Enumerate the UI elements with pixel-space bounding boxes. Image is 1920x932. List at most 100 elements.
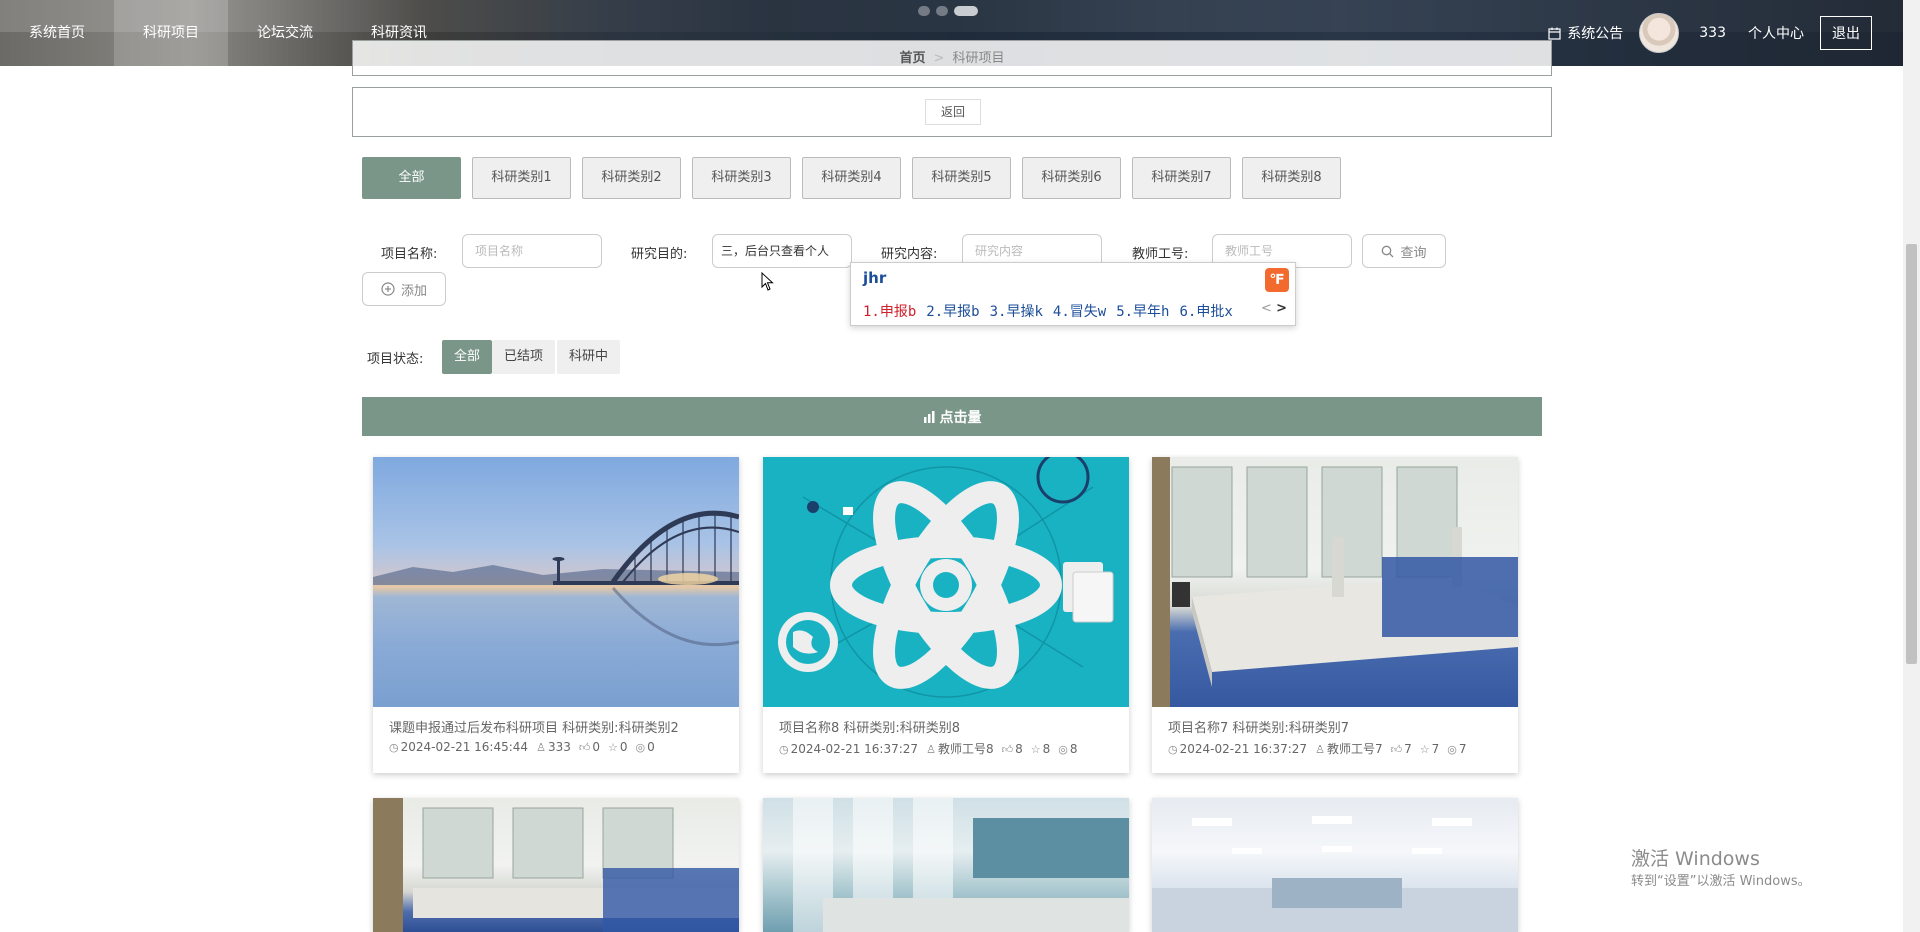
clock-icon: ◷ <box>389 741 399 754</box>
category-8[interactable]: 科研类别8 <box>1242 157 1341 199</box>
card-meta: ◷ 2024-02-21 16:45:44 ♙ 333 👍︎ 0 ☆ 0 ◎ 0 <box>389 740 723 754</box>
card-title[interactable]: 项目名称8 科研类别:科研类别8 <box>779 717 1113 736</box>
nav-home[interactable]: 系统首页 <box>0 0 114 66</box>
card-favs: 0 <box>619 740 628 754</box>
activation-watermark-title: 激活 Windows <box>1631 848 1760 870</box>
ime-page-nav: < > <box>1261 301 1287 316</box>
breadcrumb-home[interactable]: 首页 <box>900 51 926 66</box>
status-tab-all[interactable]: 全部 <box>442 340 493 374</box>
user-icon: ♙ <box>1315 743 1325 756</box>
category-tabs: 全部 科研类别1 科研类别2 科研类别3 科研类别4 科研类别5 科研类别6 科… <box>362 157 1341 199</box>
back-button[interactable]: 返回 <box>925 99 981 125</box>
card-views: 7 <box>1458 741 1467 756</box>
eye-icon: ◎ <box>1058 742 1068 756</box>
project-image-laboratory[interactable] <box>1152 457 1518 707</box>
nav-projects[interactable]: 科研项目 <box>114 0 228 66</box>
activation-watermark-subtitle: 转到“设置”以激活 Windows。 <box>1631 874 1811 889</box>
add-button[interactable]: 添加 <box>362 272 446 306</box>
star-icon: ☆ <box>1419 742 1430 756</box>
project-card[interactable] <box>1152 798 1518 932</box>
carousel-dot-active[interactable] <box>954 6 978 16</box>
purpose-input[interactable]: 三，后台只查看个人 <box>712 234 852 268</box>
query-button[interactable]: 查询 <box>1362 234 1446 268</box>
thumbs-up-icon: 👍︎ <box>578 741 591 754</box>
carousel-dot[interactable] <box>936 6 948 16</box>
project-card[interactable] <box>373 798 739 932</box>
card-likes: 7 <box>1404 741 1412 756</box>
project-name-label: 项目名称: <box>381 247 438 262</box>
card-views: 8 <box>1069 741 1078 756</box>
card-title[interactable]: 项目名称7 科研类别:科研类别7 <box>1168 717 1502 736</box>
ime-candidate[interactable]: 2.早报b <box>926 301 979 321</box>
purpose-label: 研究目的: <box>631 247 688 262</box>
ime-candidate-window: jhr ℉ 1.申报b 2.早报b 3.早操k 4.冒失w 5.早年h 6.申批… <box>850 262 1296 326</box>
card-favs: 8 <box>1042 741 1051 756</box>
project-card[interactable] <box>763 798 1129 932</box>
back-panel: 返回 <box>352 87 1552 137</box>
personal-center-link[interactable]: 个人中心 <box>1748 23 1804 43</box>
ime-candidate[interactable]: 6.申批x <box>1179 301 1232 321</box>
sort-label: 点击量 <box>939 409 982 426</box>
project-card[interactable]: 项目名称8 科研类别:科研类别8 ◷ 2024-02-21 16:37:27 ♙ 教… <box>763 457 1129 773</box>
card-title[interactable]: 课题申报通过后发布科研项目 科研类别:科研类别2 <box>389 717 723 736</box>
ime-next-icon[interactable]: > <box>1276 301 1287 316</box>
ime-candidate[interactable]: 3.早操k <box>990 301 1043 321</box>
card-author: 教师工号8 <box>937 742 994 756</box>
ime-candidate[interactable]: 5.早年h <box>1116 301 1169 321</box>
project-image-laboratory[interactable] <box>763 798 1129 932</box>
calendar-icon <box>1548 27 1561 40</box>
card-likes: 8 <box>1015 741 1023 756</box>
breadcrumb-current: 科研项目 <box>952 51 1005 66</box>
logout-button[interactable]: 退出 <box>1820 16 1872 50</box>
user-icon: ♙ <box>536 741 546 754</box>
clock-icon: ◷ <box>779 742 789 756</box>
nav-forum[interactable]: 论坛交流 <box>228 0 342 66</box>
category-5[interactable]: 科研类别5 <box>912 157 1011 199</box>
star-icon: ☆ <box>607 741 618 754</box>
content-label: 研究内容: <box>881 247 938 262</box>
category-2[interactable]: 科研类别2 <box>582 157 681 199</box>
status-tab-ongoing[interactable]: 科研中 <box>557 340 621 374</box>
carousel-dots[interactable] <box>918 6 978 16</box>
project-image-atom-illustration[interactable] <box>763 457 1129 707</box>
breadcrumb-separator: > <box>933 51 945 66</box>
status-label: 项目状态: <box>367 352 424 367</box>
ime-candidate[interactable]: 1.申报b <box>863 301 916 321</box>
ime-composition: jhr <box>863 269 887 287</box>
card-meta: ◷ 2024-02-21 16:37:27 ♙ 教师工号7 👍︎ 7 ☆ 7 ◎ 7 <box>1168 740 1502 757</box>
search-icon <box>1382 245 1394 257</box>
query-label: 查询 <box>1400 245 1427 261</box>
scrollbar-thumb[interactable] <box>1906 244 1917 664</box>
breadcrumb: 首页 > 科研项目 <box>352 40 1552 76</box>
category-7[interactable]: 科研类别7 <box>1132 157 1231 199</box>
category-4[interactable]: 科研类别4 <box>802 157 901 199</box>
thumbs-up-icon: 👍︎ <box>1390 742 1403 756</box>
notice-link[interactable]: 系统公告 <box>1548 23 1623 43</box>
page-scrollbar[interactable] <box>1903 0 1920 932</box>
project-card[interactable]: 课题申报通过后发布科研项目 科研类别:科研类别2 ◷ 2024-02-21 16:… <box>373 457 739 773</box>
sort-by-clicks[interactable]: 点击量 <box>362 397 1542 436</box>
project-image-lake-bridge[interactable] <box>373 457 739 707</box>
project-card[interactable]: 项目名称7 科研类别:科研类别7 ◷ 2024-02-21 16:37:27 ♙ 教… <box>1152 457 1518 773</box>
clock-icon: ◷ <box>1168 742 1178 756</box>
status-tab-completed[interactable]: 已结项 <box>492 340 556 374</box>
category-all[interactable]: 全部 <box>362 157 461 199</box>
card-likes: 0 <box>592 740 600 754</box>
avatar[interactable] <box>1639 13 1680 53</box>
ime-candidates: 1.申报b 2.早报b 3.早操k 4.冒失w 5.早年h 6.申批x <box>863 301 1233 321</box>
ime-prev-icon[interactable]: < <box>1261 301 1272 316</box>
card-meta: ◷ 2024-02-21 16:37:27 ♙ 教师工号8 👍︎ 8 ☆ 8 ◎ 8 <box>779 740 1113 757</box>
eye-icon: ◎ <box>635 741 646 754</box>
ime-candidate[interactable]: 4.冒失w <box>1053 301 1106 321</box>
carousel-dot[interactable] <box>918 6 930 16</box>
project-image-laboratory[interactable] <box>1152 798 1518 932</box>
user-icon: ♙ <box>926 743 936 756</box>
project-name-input[interactable]: 项目名称 <box>462 234 602 268</box>
category-3[interactable]: 科研类别3 <box>692 157 791 199</box>
project-image-laboratory[interactable] <box>373 798 739 932</box>
category-1[interactable]: 科研类别1 <box>472 157 571 199</box>
category-6[interactable]: 科研类别6 <box>1022 157 1121 199</box>
card-date: 2024-02-21 16:45:44 <box>400 740 529 754</box>
ime-logo-icon: ℉ <box>1265 268 1289 292</box>
username: 333 <box>1699 25 1726 41</box>
